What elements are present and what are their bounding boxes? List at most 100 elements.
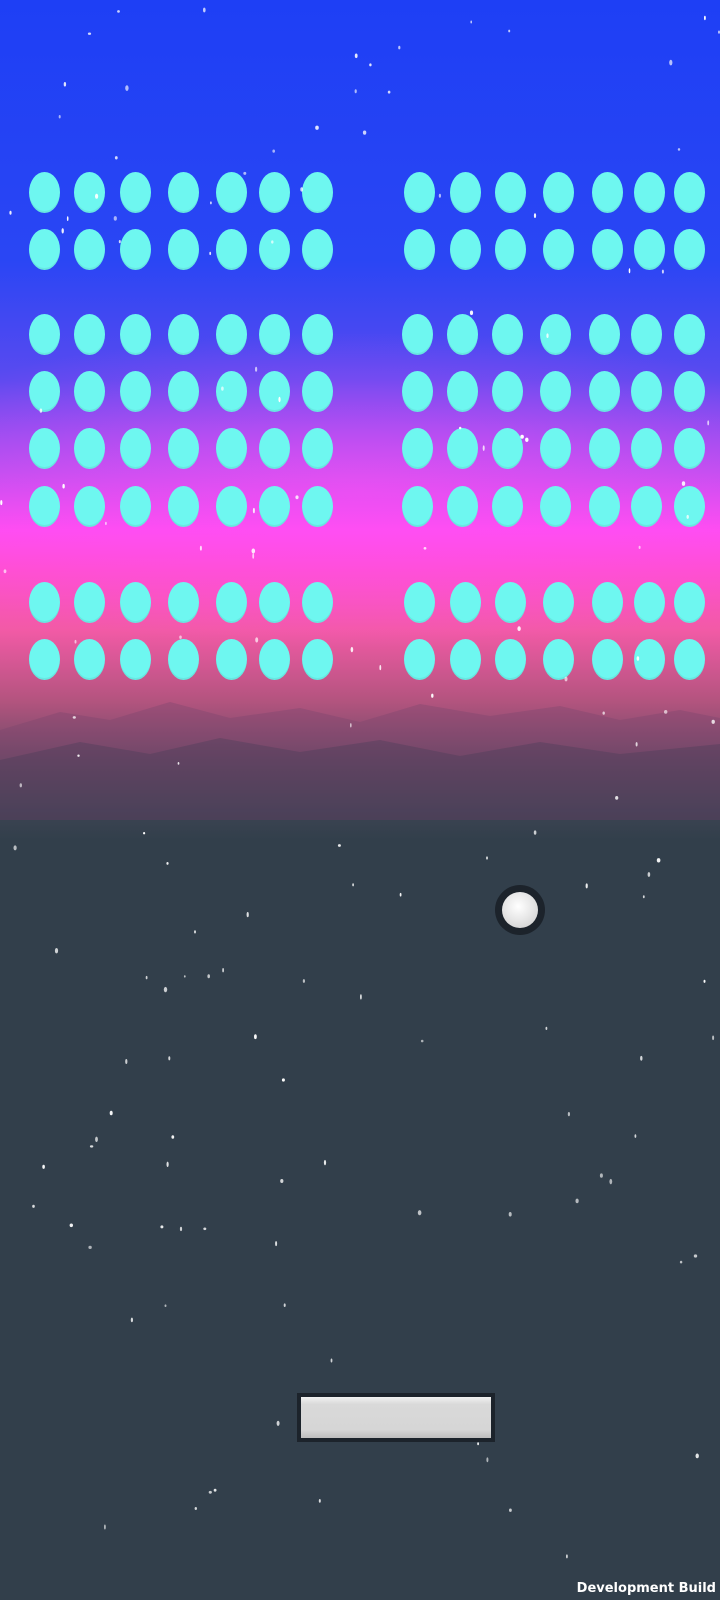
brick bbox=[215, 485, 247, 527]
brick bbox=[73, 370, 105, 412]
snow-particle bbox=[246, 912, 249, 918]
brick bbox=[673, 228, 705, 270]
snow-particle bbox=[179, 1226, 183, 1232]
brick bbox=[258, 313, 290, 355]
snow-particle bbox=[695, 1453, 699, 1459]
snow-particle bbox=[168, 1056, 171, 1061]
brick bbox=[403, 638, 435, 680]
brick bbox=[119, 228, 151, 270]
brick bbox=[401, 427, 433, 469]
snow-particle bbox=[486, 856, 488, 860]
snow-particle bbox=[54, 948, 59, 954]
snow-particle bbox=[203, 1227, 207, 1231]
brick bbox=[28, 427, 60, 469]
snow-particle bbox=[469, 310, 474, 316]
brick bbox=[449, 228, 481, 270]
snow-particle bbox=[420, 1039, 424, 1043]
snow-particle bbox=[105, 521, 107, 526]
brick bbox=[73, 638, 105, 680]
snow-particle bbox=[360, 994, 362, 1000]
paddle[interactable] bbox=[297, 1393, 495, 1442]
snow-particle bbox=[208, 1490, 212, 1494]
brick bbox=[28, 638, 60, 680]
snow-particle bbox=[3, 569, 7, 574]
snow-particle bbox=[32, 1204, 35, 1208]
brick bbox=[73, 485, 105, 527]
snow-particle bbox=[642, 895, 645, 899]
snow-particle bbox=[213, 1488, 217, 1492]
snow-particle bbox=[399, 892, 402, 897]
brick bbox=[258, 427, 290, 469]
brick bbox=[258, 485, 290, 527]
brick bbox=[301, 313, 333, 355]
snow-particle bbox=[63, 82, 67, 87]
brick bbox=[28, 370, 60, 412]
brick bbox=[673, 485, 705, 527]
brick bbox=[215, 228, 247, 270]
snow-particle bbox=[679, 1260, 683, 1264]
snow-particle bbox=[283, 1303, 286, 1307]
snow-particle bbox=[252, 553, 255, 559]
snow-particle bbox=[77, 754, 80, 757]
snow-particle bbox=[567, 1112, 571, 1117]
brick bbox=[73, 427, 105, 469]
snow-particle bbox=[62, 483, 65, 489]
snow-particle bbox=[252, 507, 255, 514]
brick bbox=[301, 228, 333, 270]
brick bbox=[28, 313, 60, 355]
brick bbox=[494, 638, 526, 680]
brick bbox=[673, 171, 705, 213]
brick bbox=[215, 370, 247, 412]
brick bbox=[446, 485, 478, 527]
snow-particle bbox=[276, 1420, 280, 1426]
snow-particle bbox=[243, 171, 247, 175]
snow-particle bbox=[638, 545, 641, 550]
snow-particle bbox=[635, 742, 638, 747]
brick bbox=[215, 171, 247, 213]
paddle-face bbox=[301, 1397, 491, 1438]
brick bbox=[491, 427, 523, 469]
snow-particle bbox=[74, 639, 77, 644]
brick bbox=[119, 427, 151, 469]
snow-particle bbox=[661, 269, 664, 274]
ball bbox=[495, 885, 545, 935]
snow-particle bbox=[640, 1055, 643, 1061]
snow-particle bbox=[166, 862, 169, 865]
snow-particle bbox=[533, 213, 537, 219]
brick bbox=[119, 313, 151, 355]
brick bbox=[449, 171, 481, 213]
brick bbox=[591, 581, 623, 623]
snow-particle bbox=[69, 1223, 74, 1228]
snow-particle bbox=[628, 268, 631, 274]
snow-particle bbox=[61, 228, 64, 234]
brick bbox=[673, 370, 705, 412]
snow-particle bbox=[615, 796, 619, 800]
snow-particle bbox=[525, 437, 529, 442]
snow-particle bbox=[362, 130, 367, 135]
snow-particle bbox=[566, 1554, 568, 1559]
brick bbox=[491, 313, 523, 355]
snow-particle bbox=[89, 1145, 94, 1148]
game-scene[interactable]: Development Build bbox=[0, 0, 720, 1600]
snow-particle bbox=[209, 251, 212, 256]
snow-particle bbox=[609, 1178, 613, 1185]
brick bbox=[301, 171, 333, 213]
brick bbox=[258, 370, 290, 412]
snow-particle bbox=[330, 1358, 333, 1363]
brick bbox=[258, 171, 290, 213]
brick bbox=[167, 485, 199, 527]
brick bbox=[542, 638, 574, 680]
brick bbox=[167, 638, 199, 680]
brick bbox=[591, 228, 623, 270]
snow-particle bbox=[509, 1508, 512, 1512]
brick bbox=[591, 638, 623, 680]
snow-particle bbox=[302, 979, 305, 983]
brick bbox=[167, 370, 199, 412]
snow-particle bbox=[423, 547, 427, 550]
snow-particle bbox=[66, 216, 69, 222]
brick bbox=[673, 313, 705, 355]
snow-particle bbox=[369, 63, 372, 67]
brick bbox=[403, 171, 435, 213]
snow-particle bbox=[183, 975, 186, 978]
snow-particle bbox=[634, 1134, 637, 1138]
